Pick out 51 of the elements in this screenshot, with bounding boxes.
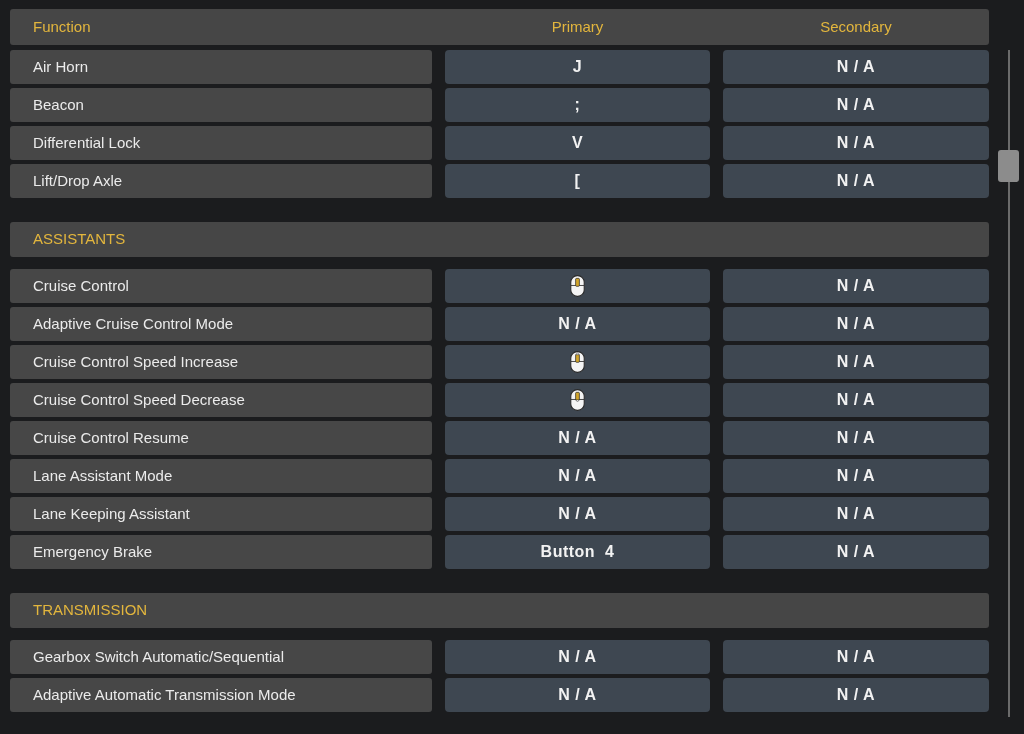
key-binding-button[interactable]: N / A [723, 307, 989, 341]
function-label: Lane Assistant Mode [10, 459, 432, 493]
mouse-wheel-icon [570, 275, 585, 297]
key-binding-button[interactable]: N / A [723, 269, 989, 303]
key-binding-button[interactable]: N / A [723, 88, 989, 122]
section-title: ASSISTANTS [33, 229, 126, 250]
key-binding-button[interactable]: V [445, 126, 710, 160]
key-binding-button[interactable]: N / A [723, 345, 989, 379]
function-label: Cruise Control Resume [10, 421, 432, 455]
function-label: Cruise Control Speed Decrease [10, 383, 432, 417]
key-binding-button[interactable] [445, 383, 710, 417]
function-label: Adaptive Cruise Control Mode [10, 307, 432, 341]
key-binding-button[interactable] [445, 269, 710, 303]
key-binding-button[interactable]: N / A [445, 459, 710, 493]
key-binding-button[interactable] [445, 345, 710, 379]
key-binding-button[interactable]: [ [445, 164, 710, 198]
function-label: Differential Lock [10, 126, 432, 160]
key-binding-button[interactable]: N / A [723, 535, 989, 569]
key-binding-button[interactable]: N / A [723, 126, 989, 160]
function-label: Lane Keeping Assistant [10, 497, 432, 531]
scrollbar-thumb[interactable] [998, 150, 1019, 182]
column-header: Secondary [820, 16, 892, 37]
function-label: Cruise Control [10, 269, 432, 303]
mouse-scroll-up-icon [570, 351, 585, 373]
function-label: Cruise Control Speed Increase [10, 345, 432, 379]
key-binding-button[interactable]: N / A [723, 459, 989, 493]
function-label: Lift/Drop Axle [10, 164, 432, 198]
key-binding-button[interactable]: Button 4 [445, 535, 710, 569]
key-binding-button[interactable]: N / A [723, 497, 989, 531]
key-binding-button[interactable]: ; [445, 88, 710, 122]
function-label: Beacon [10, 88, 432, 122]
key-binding-button[interactable]: N / A [445, 678, 710, 712]
key-binding-button[interactable]: N / A [445, 640, 710, 674]
key-binding-button[interactable]: N / A [723, 383, 989, 417]
mouse-scroll-down-icon [570, 389, 585, 411]
key-binding-button[interactable]: N / A [723, 164, 989, 198]
column-header: Primary [551, 16, 604, 37]
function-label: Gearbox Switch Automatic/Sequential [10, 640, 432, 674]
section-title: TRANSMISSION [33, 600, 148, 621]
key-binding-button[interactable]: N / A [445, 497, 710, 531]
key-binding-button[interactable]: N / A [723, 421, 989, 455]
column-header: Function [33, 16, 91, 37]
key-binding-button[interactable]: N / A [723, 640, 989, 674]
key-binding-button[interactable]: N / A [445, 421, 710, 455]
function-label: Adaptive Automatic Transmission Mode [10, 678, 432, 712]
function-label: Air Horn [10, 50, 432, 84]
key-binding-button[interactable]: N / A [445, 307, 710, 341]
key-binding-button[interactable]: N / A [723, 50, 989, 84]
key-binding-button[interactable]: N / A [723, 678, 989, 712]
key-binding-button[interactable]: J [445, 50, 710, 84]
function-label: Emergency Brake [10, 535, 432, 569]
